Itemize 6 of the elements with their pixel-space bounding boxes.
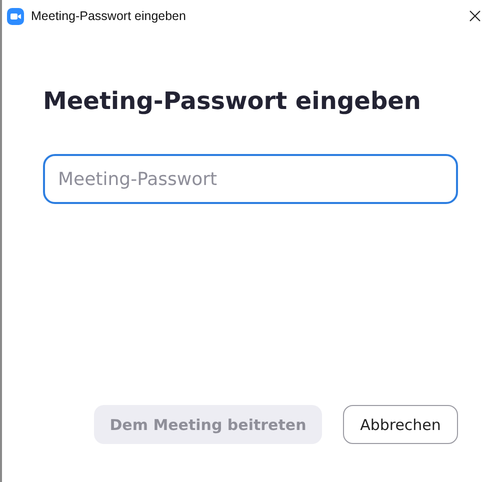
password-field[interactable]: Meeting-Passwort <box>43 154 458 204</box>
cancel-button[interactable]: Abbrechen <box>343 405 458 444</box>
camera-icon <box>7 8 24 24</box>
window-title: Meeting-Passwort eingeben <box>31 9 187 23</box>
dialog-heading: Meeting-Passwort eingeben <box>43 86 422 117</box>
close-icon[interactable] <box>469 10 481 22</box>
